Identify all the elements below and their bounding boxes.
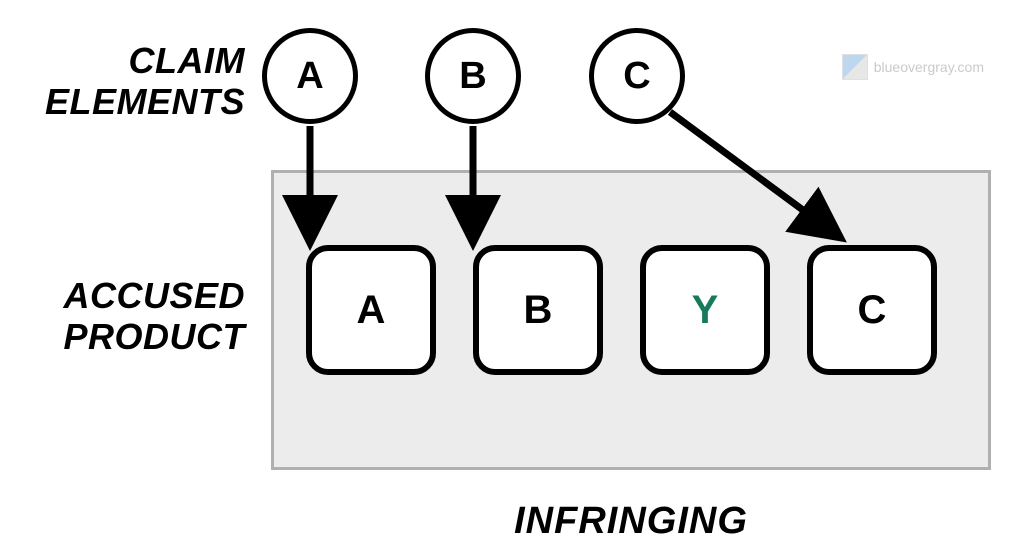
claim-circle-a: A: [262, 28, 358, 124]
watermark-icon: [842, 54, 868, 80]
product-square-y: Y: [640, 245, 770, 375]
claim-circle-c: C: [589, 28, 685, 124]
watermark-text: blueovergray.com: [874, 59, 984, 75]
verdict-label: INFRINGING: [271, 500, 991, 543]
watermark: blueovergray.com: [842, 54, 984, 80]
accused-product-label: ACCUSED PRODUCT: [10, 275, 245, 358]
product-square-b: B: [473, 245, 603, 375]
product-square-c: C: [807, 245, 937, 375]
product-square-a: A: [306, 245, 436, 375]
claim-elements-label: CLAIM ELEMENTS: [10, 40, 245, 123]
claim-circle-b: B: [425, 28, 521, 124]
